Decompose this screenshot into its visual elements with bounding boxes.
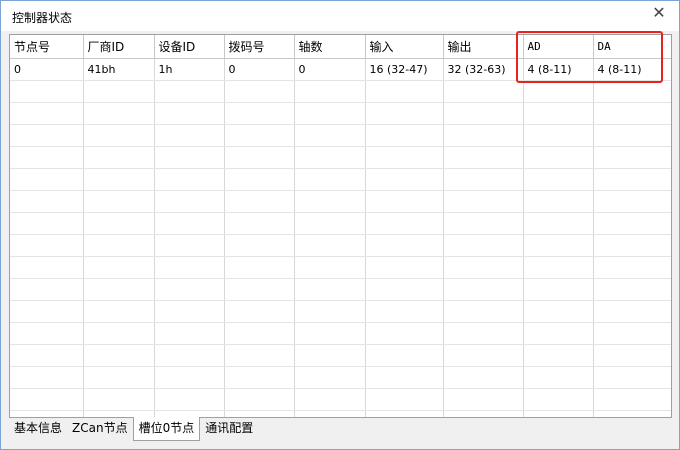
empty-row — [10, 300, 671, 323]
column-header-da[interactable]: DA — [593, 35, 671, 59]
column-header-node-number[interactable]: 节点号 — [10, 35, 84, 59]
column-header-dip-switch[interactable]: 拨码号 — [224, 35, 295, 59]
empty-row — [10, 80, 671, 103]
column-header-ad[interactable]: AD — [523, 35, 594, 59]
node-table: 节点号 厂商ID 设备ID 拨码号 轴数 输入 输出 AD DA 0 41bh … — [10, 35, 671, 417]
title-bar: 控制器状态 ✕ — [1, 1, 679, 31]
table-header-row: 节点号 厂商ID 设备ID 拨码号 轴数 输入 输出 AD DA — [10, 35, 671, 59]
close-icon[interactable]: ✕ — [647, 4, 671, 24]
cell-vendor-id: 41bh — [83, 58, 155, 81]
empty-row — [10, 366, 671, 389]
cell-ad: 4 (8-11) — [523, 58, 594, 81]
table-row[interactable]: 0 41bh 1h 0 0 16 (32-47) 32 (32-63) 4 (8… — [10, 58, 671, 81]
column-header-axis-count[interactable]: 轴数 — [294, 35, 366, 59]
column-header-device-id[interactable]: 设备ID — [154, 35, 225, 59]
window-title: 控制器状态 — [12, 11, 73, 25]
empty-row — [10, 124, 671, 147]
empty-row — [10, 322, 671, 345]
cell-input: 16 (32-47) — [365, 58, 444, 81]
column-header-input[interactable]: 输入 — [365, 35, 444, 59]
empty-row — [10, 234, 671, 257]
tab-comm-config[interactable]: 通讯配置 — [200, 417, 258, 439]
empty-row — [10, 388, 671, 411]
empty-row — [10, 344, 671, 367]
tab-basic-info[interactable]: 基本信息 — [9, 417, 67, 439]
empty-row — [10, 190, 671, 213]
empty-row — [10, 212, 671, 235]
empty-row — [10, 256, 671, 279]
cell-dip-switch: 0 — [224, 58, 295, 81]
controller-status-window: 控制器状态 ✕ 节点号 厂商ID 设备ID 拨码号 轴数 输入 输出 AD DA… — [0, 0, 680, 450]
empty-row — [10, 168, 671, 191]
bottom-tab-bar: 基本信息 ZCan节点 槽位0节点 通讯配置 — [9, 417, 258, 441]
empty-row — [10, 146, 671, 169]
empty-row — [10, 278, 671, 301]
cell-output: 32 (32-63) — [443, 58, 524, 81]
column-header-vendor-id[interactable]: 厂商ID — [83, 35, 155, 59]
node-status-grid[interactable]: 节点号 厂商ID 设备ID 拨码号 轴数 输入 输出 AD DA 0 41bh … — [9, 34, 672, 418]
cell-da: 4 (8-11) — [593, 58, 671, 81]
empty-row — [10, 102, 671, 125]
tab-zcan-node[interactable]: ZCan节点 — [67, 417, 133, 439]
cell-node-number: 0 — [10, 58, 84, 81]
column-header-output[interactable]: 输出 — [443, 35, 524, 59]
tab-slot0-node[interactable]: 槽位0节点 — [132, 417, 201, 441]
cell-axis-count: 0 — [294, 58, 366, 81]
cell-device-id: 1h — [154, 58, 225, 81]
